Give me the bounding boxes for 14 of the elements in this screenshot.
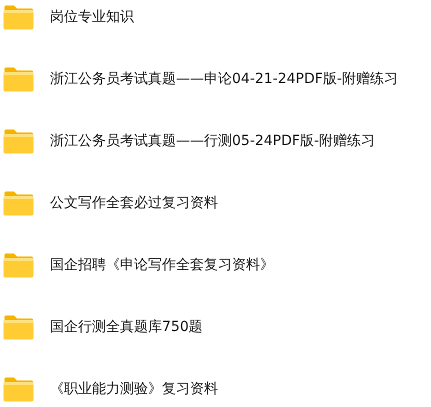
folder-name[interactable]: 国企招聘《申论写作全套复习资料》 bbox=[50, 256, 274, 274]
folder-icon[interactable] bbox=[3, 252, 34, 278]
folder-name[interactable]: 公文写作全套必过复习资料 bbox=[50, 194, 218, 212]
folder-name[interactable]: 国企行测全真题库750题 bbox=[50, 318, 203, 336]
folder-icon[interactable] bbox=[3, 4, 34, 30]
folder-name[interactable]: 浙江公务员考试真题——申论04-21-24PDF版-附赠练习 bbox=[50, 70, 398, 88]
folder-icon[interactable] bbox=[3, 190, 34, 216]
folder-icon[interactable] bbox=[3, 128, 34, 154]
folder-icon[interactable] bbox=[3, 376, 34, 402]
folder-name[interactable]: 浙江公务员考试真题——行测05-24PDF版-附赠练习 bbox=[50, 132, 376, 150]
folder-icon[interactable] bbox=[3, 66, 34, 92]
folder-name[interactable]: 《职业能力测验》复习资料 bbox=[50, 380, 218, 398]
folder-icon[interactable] bbox=[3, 314, 34, 340]
folder-name[interactable]: 岗位专业知识 bbox=[50, 8, 134, 26]
